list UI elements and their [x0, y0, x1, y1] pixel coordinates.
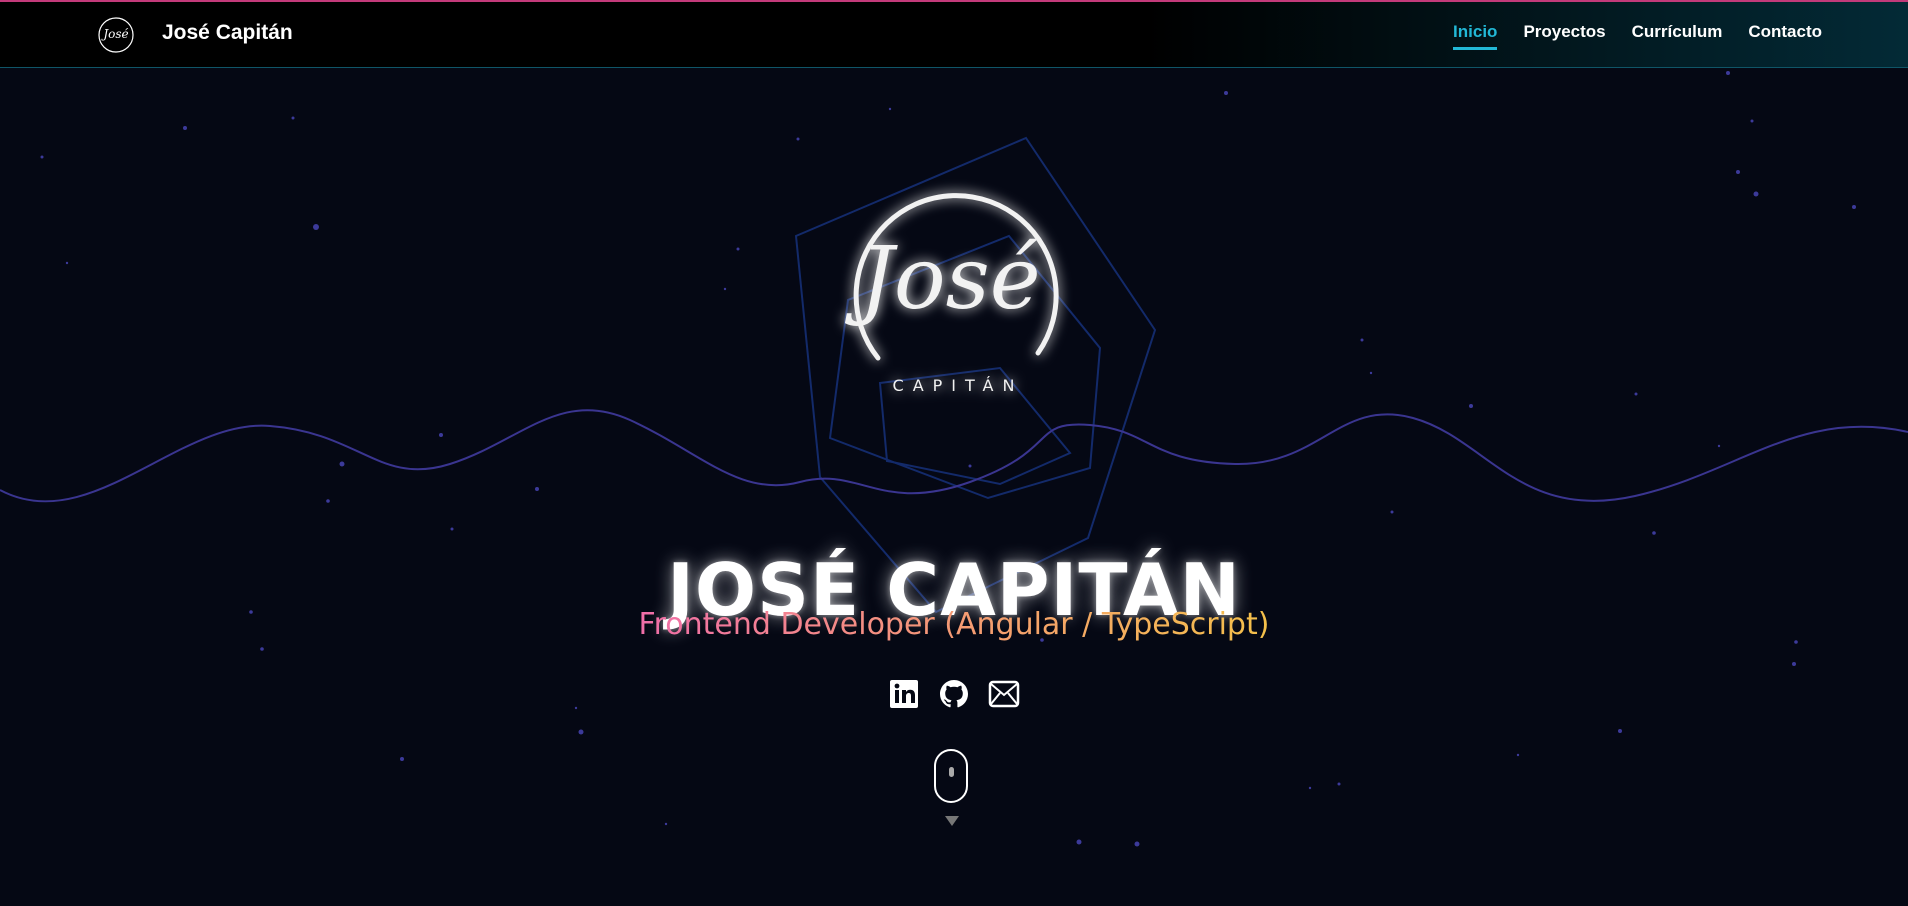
social-links [0, 678, 1908, 710]
geometric-shapes [794, 136, 1157, 614]
linkedin-icon[interactable] [888, 678, 920, 710]
svg-text:José: José [844, 229, 1040, 329]
top-navbar: José José Capitán Inicio Proyectos Currí… [0, 0, 1908, 68]
hero-logo: José CAPITÁN [844, 193, 1059, 395]
hero-subtitle: Frontend Developer (Angular / TypeScript… [0, 607, 1908, 642]
nav-contacto[interactable]: Contacto [1748, 22, 1822, 50]
scroll-down-arrow-icon[interactable] [945, 816, 959, 826]
nav-curriculum[interactable]: Currículum [1632, 22, 1723, 50]
star-field [40, 71, 1856, 847]
mouse-wheel [949, 767, 954, 777]
main-nav: Inicio Proyectos Currículum Contacto [1453, 22, 1822, 50]
hero-subtitle-text: Frontend Developer (Angular / TypeScript… [638, 607, 1270, 642]
svg-text:CAPITÁN: CAPITÁN [893, 376, 1024, 395]
nav-inicio[interactable]: Inicio [1453, 22, 1498, 50]
svg-text:José: José [100, 27, 128, 41]
brand-name[interactable]: José Capitán [162, 21, 293, 45]
brand-logo-icon[interactable]: José [96, 15, 136, 55]
mouse-scroll-icon[interactable] [934, 749, 968, 803]
nav-proyectos[interactable]: Proyectos [1523, 22, 1605, 50]
github-icon[interactable] [938, 678, 970, 710]
wave-line [0, 409, 1908, 503]
email-icon[interactable] [988, 678, 1020, 710]
